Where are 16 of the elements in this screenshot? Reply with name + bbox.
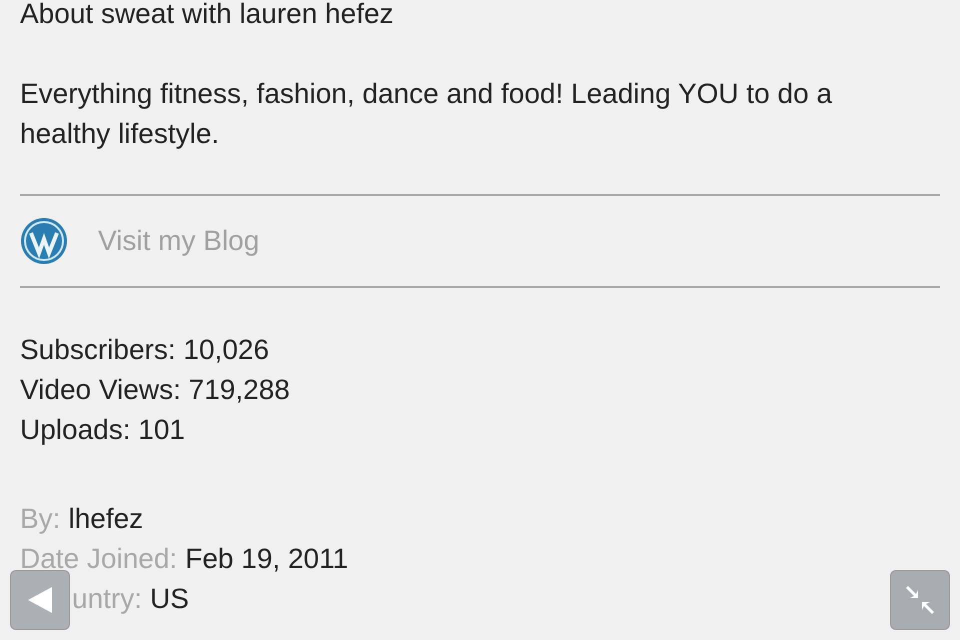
about-title: About sweat with lauren hefez xyxy=(20,0,395,31)
detail-label: untry: xyxy=(72,582,142,616)
stat-text: Video Views: 719,288 xyxy=(20,373,291,407)
collapse-button[interactable] xyxy=(890,570,950,630)
blog-link[interactable]: Visit my Blog xyxy=(20,196,940,286)
left-triangle-icon xyxy=(28,587,52,613)
wordpress-icon xyxy=(20,217,68,265)
detail-value: Feb 19, 2011 xyxy=(185,542,348,576)
detail-label: Date Joined: xyxy=(20,542,178,576)
detail-value: lhefez xyxy=(68,502,144,536)
stat-text: Uploads: 101 xyxy=(20,413,186,447)
channel-description: Everything fitness, fashion, dance and food! Leading YOU to do a healthy lifestyle. xyxy=(20,77,834,151)
stat-text: Subscribers: 10,026 xyxy=(20,333,270,367)
back-button[interactable] xyxy=(10,570,70,630)
detail-label: By: xyxy=(20,502,60,536)
detail-value: US xyxy=(150,582,189,616)
